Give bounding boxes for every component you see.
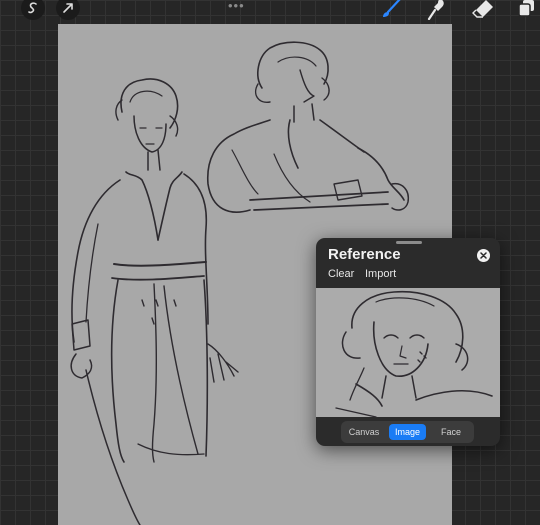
- reference-image[interactable]: [316, 288, 500, 417]
- clear-button[interactable]: Clear: [328, 268, 354, 280]
- reference-face-sketch: [335, 290, 493, 417]
- segment-face[interactable]: Face: [432, 424, 470, 440]
- import-button[interactable]: Import: [365, 268, 396, 280]
- panel-drag-handle[interactable]: [396, 241, 422, 244]
- eraser-icon[interactable]: [470, 0, 496, 20]
- top-toolbar: •••: [0, 0, 540, 22]
- reference-mode-segmented-control: Canvas Image Face: [341, 421, 474, 443]
- reference-panel: Reference Clear Import Canvas Image Face: [316, 238, 500, 446]
- panel-title: Reference: [328, 246, 401, 263]
- brush-icon[interactable]: [378, 0, 404, 20]
- selection-s-icon[interactable]: [21, 0, 45, 20]
- close-icon[interactable]: [477, 249, 490, 262]
- smudge-icon[interactable]: [424, 0, 450, 20]
- transform-arrow-icon[interactable]: [56, 0, 80, 20]
- segment-image[interactable]: Image: [389, 424, 426, 440]
- segment-canvas[interactable]: Canvas: [345, 424, 383, 440]
- drag-handle-dots[interactable]: •••: [228, 0, 245, 13]
- layers-icon[interactable]: [515, 0, 539, 20]
